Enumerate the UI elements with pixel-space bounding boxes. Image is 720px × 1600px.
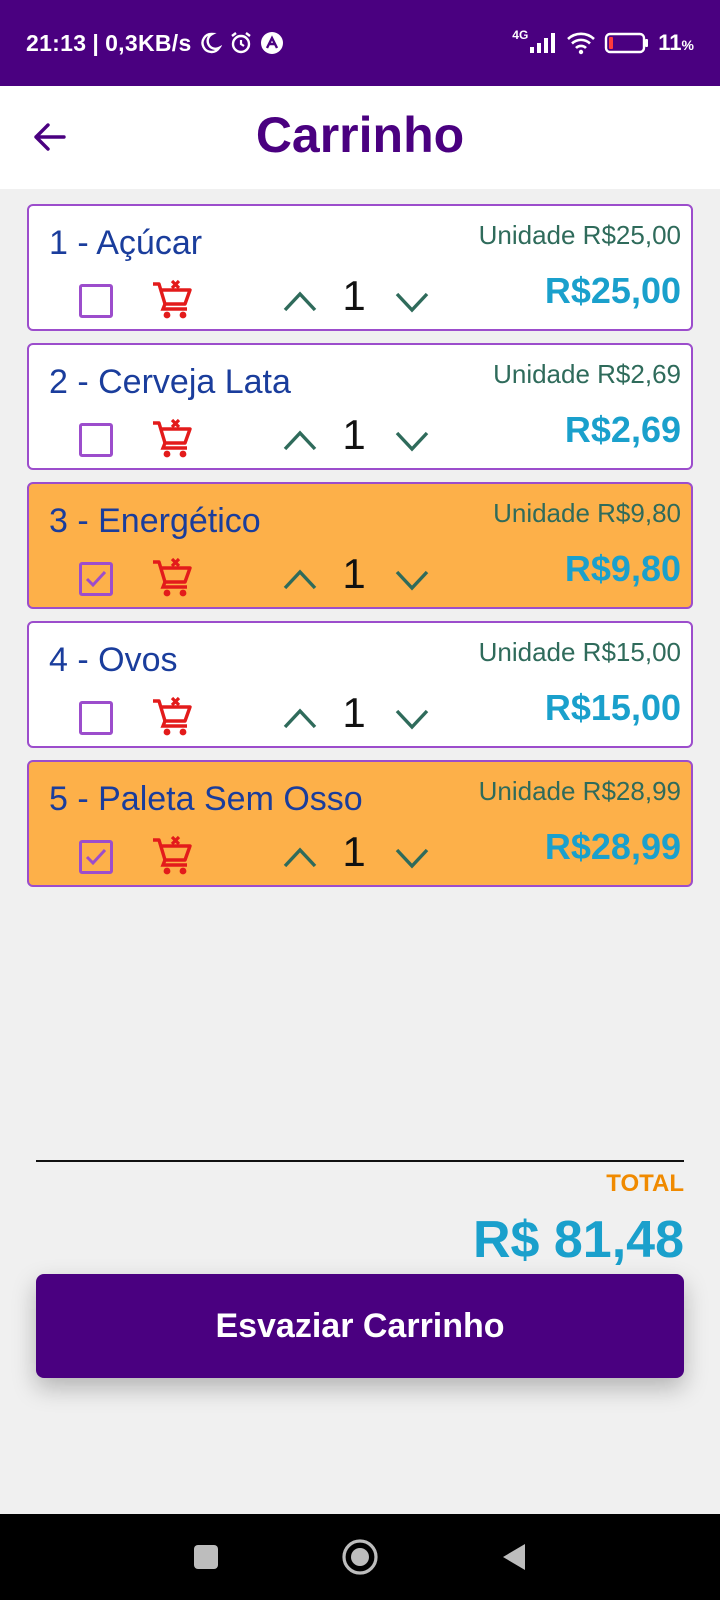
item-quantity: 1	[342, 550, 366, 597]
item-unit-price: Unidade R$28,99	[478, 776, 681, 806]
battery-level: 11%	[658, 30, 694, 56]
item-total-price: R$2,69	[564, 409, 681, 450]
empty-cart-button[interactable]: Esvaziar Carrinho	[36, 1274, 684, 1378]
system-back-button[interactable]	[492, 1535, 536, 1579]
remove-from-cart-icon[interactable]	[151, 695, 193, 737]
item-checkbox[interactable]	[79, 840, 113, 874]
chevron-down-icon	[395, 292, 429, 313]
remove-from-cart-icon[interactable]	[151, 556, 193, 598]
total-divider	[36, 1160, 684, 1162]
status-bar: 21:13 | 0,3KB/s 4G 11%	[0, 0, 720, 86]
item-checkbox[interactable]	[79, 562, 113, 596]
item-name: 1 - Açúcar	[49, 224, 203, 262]
app-notification-icon	[260, 31, 284, 55]
item-total-price: R$15,00	[544, 687, 681, 728]
home-button[interactable]	[338, 1535, 382, 1579]
cart-item: 4 - Ovos Unidade R$15,00 R$15,00 1	[27, 621, 693, 748]
item-checkbox[interactable]	[79, 423, 113, 457]
cart-item: 1 - Açúcar Unidade R$25,00 R$25,00 1	[27, 204, 693, 331]
alarm-icon	[228, 30, 254, 56]
remove-from-cart-icon[interactable]	[151, 278, 193, 320]
status-speed: 0,3KB/s	[105, 29, 192, 56]
chevron-up-icon	[283, 430, 317, 451]
chevron-up-icon	[283, 569, 317, 590]
status-separator: |	[92, 29, 100, 56]
app-header: Carrinho	[0, 86, 720, 189]
status-time: 21:13	[26, 29, 87, 56]
signal-icon: 4G	[512, 28, 558, 54]
chevron-up-icon	[283, 847, 317, 868]
moon-icon	[198, 31, 222, 55]
item-name: 2 - Cerveja Lata	[49, 363, 291, 401]
item-checkbox[interactable]	[79, 701, 113, 735]
chevron-down-icon	[395, 431, 429, 452]
chevron-up-icon	[283, 708, 317, 729]
item-total-price: R$28,99	[544, 826, 681, 867]
quantity-decrease-button[interactable]	[393, 288, 431, 318]
battery-unit: %	[681, 37, 694, 53]
item-quantity: 1	[342, 411, 366, 458]
quantity-increase-button[interactable]	[281, 564, 319, 594]
item-unit-price: Unidade R$15,00	[478, 637, 681, 667]
recents-button[interactable]	[184, 1535, 228, 1579]
item-quantity: 1	[342, 689, 366, 736]
status-left: 21:13 | 0,3KB/s	[26, 30, 284, 57]
item-unit-price: Unidade R$9,80	[493, 498, 681, 528]
cart-list: 1 - Açúcar Unidade R$25,00 R$25,00 1 2 -…	[27, 204, 693, 899]
status-right: 4G 11%	[512, 28, 694, 56]
item-name: 5 - Paleta Sem Osso	[49, 780, 363, 818]
item-unit-price: Unidade R$2,69	[493, 359, 681, 389]
quantity-increase-button[interactable]	[281, 425, 319, 455]
item-name: 4 - Ovos	[49, 641, 178, 679]
chevron-down-icon	[395, 848, 429, 869]
battery-icon	[604, 32, 650, 54]
cart-item: 3 - Energético Unidade R$9,80 R$9,80 1	[27, 482, 693, 609]
network-type: 4G	[512, 28, 529, 42]
quantity-decrease-button[interactable]	[393, 427, 431, 457]
cart-item: 5 - Paleta Sem Osso Unidade R$28,99 R$28…	[27, 760, 693, 887]
quantity-decrease-button[interactable]	[393, 844, 431, 874]
item-total-price: R$9,80	[564, 548, 681, 589]
quantity-increase-button[interactable]	[281, 286, 319, 316]
system-nav-bar	[0, 1514, 720, 1600]
quantity-decrease-button[interactable]	[393, 705, 431, 735]
recents-square-icon	[194, 1545, 218, 1569]
total-label: TOTAL	[606, 1170, 684, 1197]
chevron-up-icon	[283, 291, 317, 312]
remove-from-cart-icon[interactable]	[151, 417, 193, 459]
page-title: Carrinho	[255, 107, 465, 163]
quantity-decrease-button[interactable]	[393, 566, 431, 596]
item-quantity: 1	[342, 828, 366, 875]
chevron-down-icon	[395, 570, 429, 591]
item-name: 3 - Energético	[49, 502, 261, 540]
remove-from-cart-icon[interactable]	[151, 834, 193, 876]
item-checkbox[interactable]	[79, 284, 113, 318]
chevron-down-icon	[395, 709, 429, 730]
quantity-increase-button[interactable]	[281, 703, 319, 733]
back-triangle-icon	[503, 1544, 525, 1570]
item-quantity: 1	[342, 272, 366, 319]
item-total-price: R$25,00	[544, 270, 681, 311]
checkmark-icon	[85, 848, 107, 866]
battery-percent: 11	[658, 30, 682, 55]
checkmark-icon	[85, 570, 107, 588]
item-unit-price: Unidade R$25,00	[478, 220, 681, 250]
wifi-icon	[566, 31, 596, 55]
home-circle-icon	[342, 1539, 378, 1575]
quantity-increase-button[interactable]	[281, 842, 319, 872]
cart-item: 2 - Cerveja Lata Unidade R$2,69 R$2,69 1	[27, 343, 693, 470]
total-value: R$ 81,48	[472, 1211, 684, 1269]
